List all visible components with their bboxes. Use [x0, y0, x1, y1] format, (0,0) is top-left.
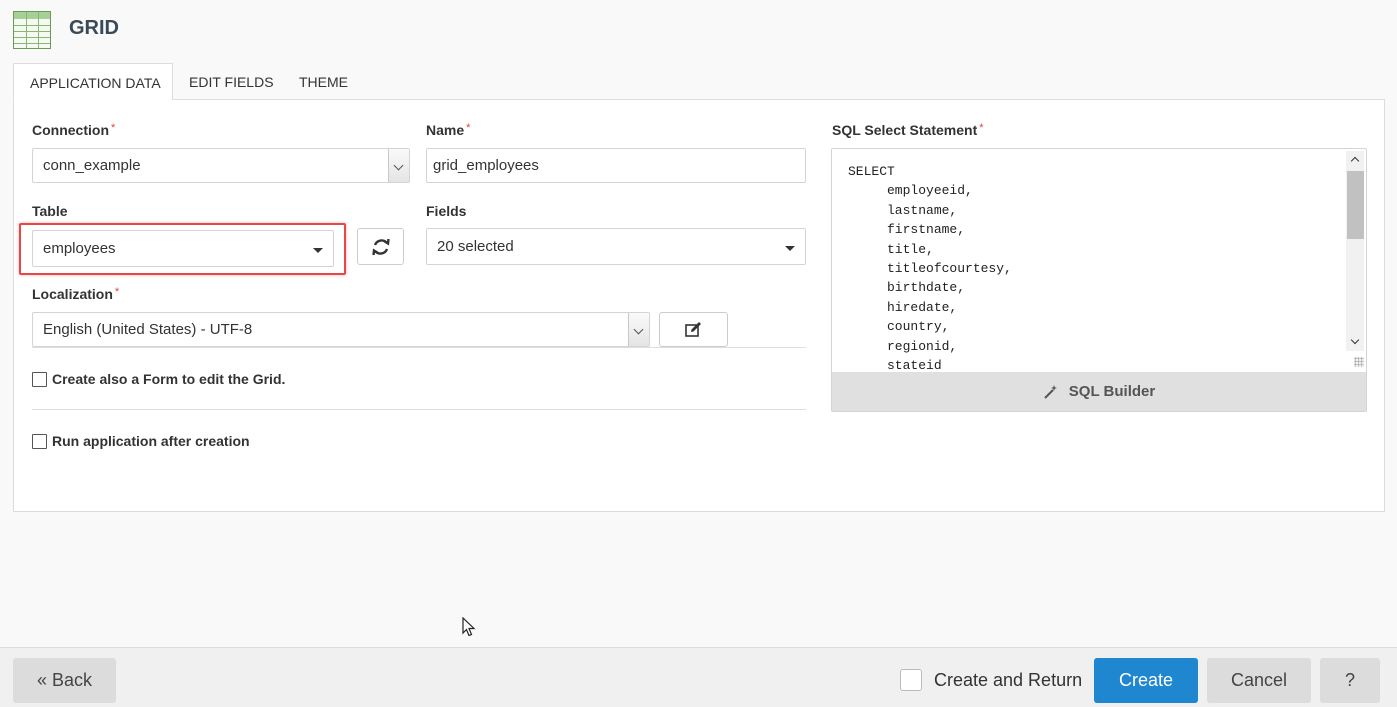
name-input[interactable]: grid_employees: [426, 148, 806, 183]
create-return-checkbox[interactable]: [900, 669, 922, 691]
run-after-label: Run application after creation: [52, 433, 250, 449]
help-button[interactable]: ?: [1320, 658, 1380, 703]
edit-localization-button[interactable]: [659, 312, 728, 347]
run-after-checkbox[interactable]: [32, 433, 47, 449]
scroll-thumb[interactable]: [1347, 171, 1364, 239]
connection-select[interactable]: conn_example: [32, 148, 410, 183]
chevron-down-icon[interactable]: [388, 149, 409, 182]
sql-editor[interactable]: SELECT employeeid, lastname, firstname, …: [831, 148, 1367, 412]
localization-value: English (United States) - UTF-8: [43, 321, 253, 338]
table-label: Table: [32, 203, 68, 219]
tab-application-data[interactable]: APPLICATION DATA: [13, 63, 173, 100]
connection-value: conn_example: [43, 157, 141, 174]
tab-theme[interactable]: THEME: [283, 63, 364, 100]
fields-label: Fields: [426, 203, 467, 219]
back-button[interactable]: « Back: [13, 658, 116, 703]
magic-wand-icon: [1044, 384, 1057, 399]
resize-grip-icon[interactable]: [1354, 357, 1364, 367]
sql-text[interactable]: SELECT employeeid, lastname, firstname, …: [848, 162, 1338, 371]
create-form-checkbox[interactable]: [32, 371, 47, 387]
localization-label: Localization *: [32, 286, 120, 302]
table-select[interactable]: employees: [32, 230, 334, 267]
caret-down-icon: [785, 246, 795, 251]
refresh-button[interactable]: [357, 228, 404, 265]
sql-builder-label: SQL Builder: [1068, 383, 1156, 400]
divider: [32, 347, 806, 348]
create-form-label: Create also a Form to edit the Grid.: [52, 371, 286, 387]
fields-value: 20 selected: [437, 238, 514, 255]
sql-scrollbar[interactable]: [1346, 151, 1364, 351]
create-button[interactable]: Create: [1094, 658, 1198, 703]
tab-edit-fields[interactable]: EDIT FIELDS: [173, 63, 290, 100]
localization-select[interactable]: English (United States) - UTF-8: [32, 312, 650, 347]
footer-bar: « Back Create and Return Create Cancel ?: [0, 647, 1397, 707]
sql-builder-button[interactable]: SQL Builder: [832, 372, 1366, 411]
mouse-cursor-icon: [462, 617, 476, 637]
run-after-checkbox-row[interactable]: Run application after creation: [32, 433, 250, 449]
page-header: GRID: [0, 0, 1397, 58]
table-value: employees: [43, 240, 116, 257]
cancel-button[interactable]: Cancel: [1207, 658, 1311, 703]
sql-label: SQL Select Statement *: [832, 122, 984, 138]
name-label: Name *: [426, 122, 471, 138]
caret-down-icon: [313, 248, 323, 253]
create-form-checkbox-row[interactable]: Create also a Form to edit the Grid.: [32, 371, 285, 387]
connection-label: Connection *: [32, 122, 116, 138]
name-value: grid_employees: [433, 157, 539, 174]
refresh-icon: [372, 238, 390, 256]
edit-icon: [685, 322, 701, 337]
scroll-down-icon[interactable]: [1346, 333, 1364, 351]
chevron-down-icon[interactable]: [628, 313, 649, 346]
scroll-up-icon[interactable]: [1346, 151, 1364, 169]
create-return-label: Create and Return: [934, 669, 1083, 690]
spreadsheet-grid-icon: [13, 11, 51, 49]
create-return-checkbox-row[interactable]: Create and Return: [900, 669, 1082, 691]
page-title: GRID: [69, 17, 119, 39]
divider: [32, 409, 806, 410]
fields-select[interactable]: 20 selected: [426, 228, 806, 265]
